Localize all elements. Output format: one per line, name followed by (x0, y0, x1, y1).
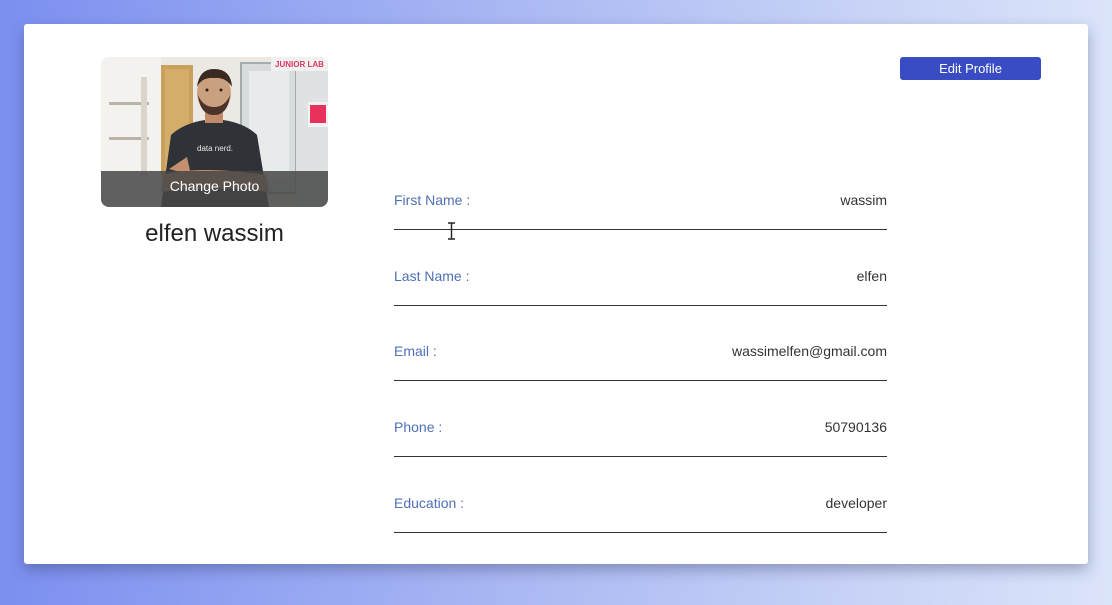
field-value[interactable]: 50790136 (825, 419, 887, 435)
text-cursor-icon (448, 222, 455, 240)
field-underline (394, 229, 887, 230)
field-label: Education : (394, 494, 465, 511)
profile-photo[interactable]: JUNIOR LAB data nerd. Change Photo (101, 57, 328, 207)
field-underline (394, 531, 887, 533)
field-last-name: Last Name : elfen (394, 268, 887, 344)
field-underline (394, 380, 887, 382)
field-label: Last Name : (394, 267, 470, 284)
field-value[interactable]: wassimelfen@gmail.com (732, 343, 887, 359)
field-value[interactable]: wassim (840, 192, 887, 208)
field-education: Education : developer (394, 495, 887, 571)
field-value[interactable]: elfen (857, 268, 887, 284)
photo-sign-text: JUNIOR LAB (275, 60, 324, 69)
change-photo-button[interactable]: Change Photo (101, 171, 328, 207)
field-value[interactable]: developer (826, 495, 888, 511)
field-underline (394, 456, 887, 458)
field-label: Phone : (394, 419, 443, 436)
field-label: First Name : (394, 192, 471, 208)
photo-shirt-text: data nerd. (197, 144, 233, 153)
field-underline (394, 304, 887, 306)
profile-fields: First Name : wassim Last Name : elfen Em… (394, 192, 887, 570)
profile-full-name: elfen wassim (145, 220, 284, 247)
profile-card: JUNIOR LAB data nerd. Change Photo elfen… (24, 24, 1088, 564)
field-first-name: First Name : wassim (394, 192, 887, 268)
field-phone: Phone : 50790136 (394, 419, 887, 495)
edit-profile-button[interactable]: Edit Profile (900, 57, 1041, 80)
field-label: Email : (394, 343, 437, 360)
field-email: Email : wassimelfen@gmail.com (394, 343, 887, 419)
